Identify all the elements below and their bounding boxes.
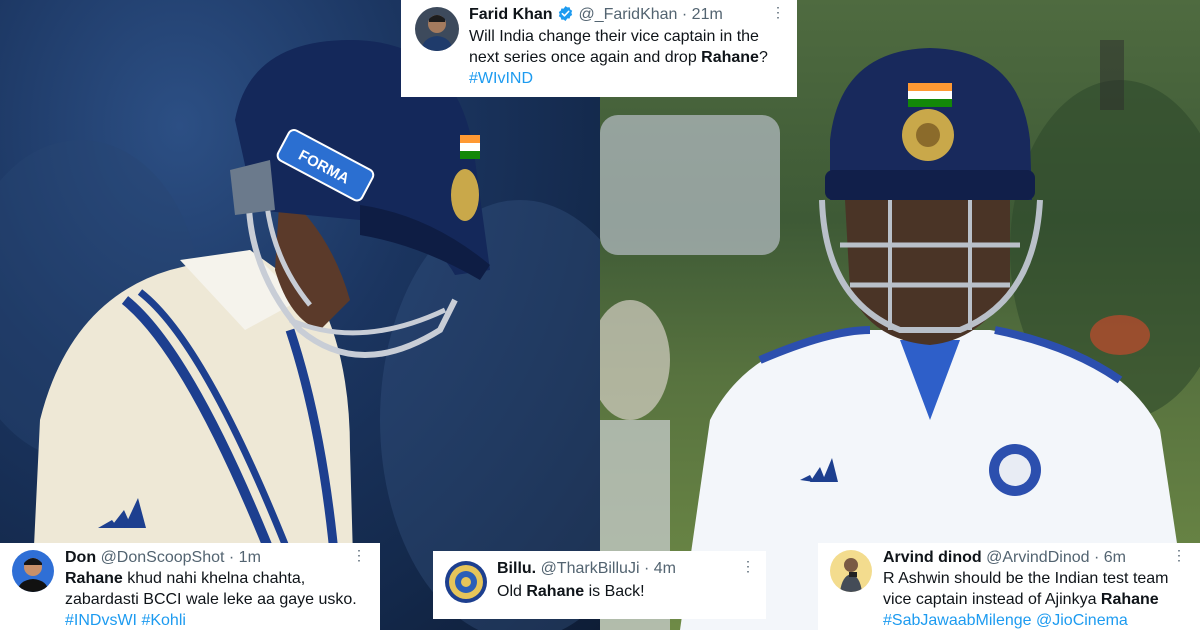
avatar[interactable] xyxy=(445,561,487,603)
more-options-icon[interactable]: ⋮ xyxy=(741,559,755,573)
tweet-header: Farid Khan @_FaridKhan · 21m xyxy=(469,5,723,25)
user-handle[interactable]: @ArvindDinod xyxy=(986,549,1089,566)
tweet-bold-keyword: Rahane xyxy=(701,49,759,66)
hashtag-link[interactable]: #SabJawaabMilenge @JioCinema xyxy=(883,612,1128,629)
tweet-text-part: is Back! xyxy=(584,583,645,600)
separator-dot: · xyxy=(1093,549,1100,566)
tweet-text: Old Rahane is Back! xyxy=(497,581,757,602)
avatar[interactable] xyxy=(12,550,54,592)
display-name[interactable]: Arvind dinod xyxy=(883,549,982,566)
tweet-timestamp[interactable]: 4m xyxy=(654,560,676,577)
tweet-text-part: Old xyxy=(497,583,527,600)
tweet-card-arvind[interactable]: Arvind dinod @ArvindDinod · 6m ⋮ R Ashwi… xyxy=(818,543,1200,630)
tweet-timestamp[interactable]: 6m xyxy=(1104,549,1126,566)
tweet-header: Billu. @TharkBilluJi · 4m xyxy=(497,559,676,579)
separator-dot: · xyxy=(681,6,688,23)
user-handle[interactable]: @_FaridKhan xyxy=(578,6,677,23)
tweet-card-billu[interactable]: Billu. @TharkBilluJi · 4m ⋮ Old Rahane i… xyxy=(433,551,766,619)
verified-badge-icon xyxy=(557,5,574,22)
avatar[interactable] xyxy=(830,550,872,592)
user-avatar-icon xyxy=(415,7,459,51)
tweet-text: Will India change their vice captain in … xyxy=(469,26,789,89)
background-car xyxy=(600,115,780,255)
tweet-text: R Ashwin should be the Indian test team … xyxy=(883,568,1195,630)
tweet-header: Don @DonScoopShot · 1m xyxy=(65,548,261,568)
more-options-icon[interactable]: ⋮ xyxy=(352,548,366,562)
separator-dot: · xyxy=(228,549,235,566)
tweet-bold-keyword: Rahane xyxy=(65,570,123,587)
tweet-timestamp[interactable]: 1m xyxy=(239,549,261,566)
display-name[interactable]: Farid Khan xyxy=(469,6,553,23)
more-options-icon[interactable]: ⋮ xyxy=(771,5,785,19)
user-avatar-icon xyxy=(445,561,487,603)
more-options-icon[interactable]: ⋮ xyxy=(1172,548,1186,562)
bcci-crest-icon xyxy=(451,169,479,221)
user-avatar-icon xyxy=(12,550,54,592)
separator-dot: · xyxy=(643,560,650,577)
user-avatar-icon xyxy=(830,550,872,592)
tweet-header: Arvind dinod @ArvindDinod · 6m xyxy=(883,548,1126,568)
hashtag-link[interactable]: #INDvsWI #Kohli xyxy=(65,612,186,629)
user-handle[interactable]: @TharkBilluJi xyxy=(541,560,640,577)
avatar[interactable] xyxy=(415,7,459,51)
tweet-card-farid[interactable]: Farid Khan @_FaridKhan · 21m ⋮ Will Indi… xyxy=(401,0,797,97)
tweet-text: Rahane khud nahi khelna chahta, zabardas… xyxy=(65,568,375,630)
tweet-timestamp[interactable]: 21m xyxy=(692,6,723,23)
tweet-text-part: ? xyxy=(758,49,768,66)
tweet-bold-keyword: Rahane xyxy=(1100,591,1159,608)
tweet-card-don[interactable]: Don @DonScoopShot · 1m ⋮ Rahane khud nah… xyxy=(0,543,380,630)
hashtag-link[interactable]: #WIvIND xyxy=(469,70,533,87)
display-name[interactable]: Don xyxy=(65,549,96,566)
tweet-bold-keyword: Rahane xyxy=(526,583,585,600)
display-name[interactable]: Billu. xyxy=(497,560,536,577)
user-handle[interactable]: @DonScoopShot xyxy=(101,549,225,566)
